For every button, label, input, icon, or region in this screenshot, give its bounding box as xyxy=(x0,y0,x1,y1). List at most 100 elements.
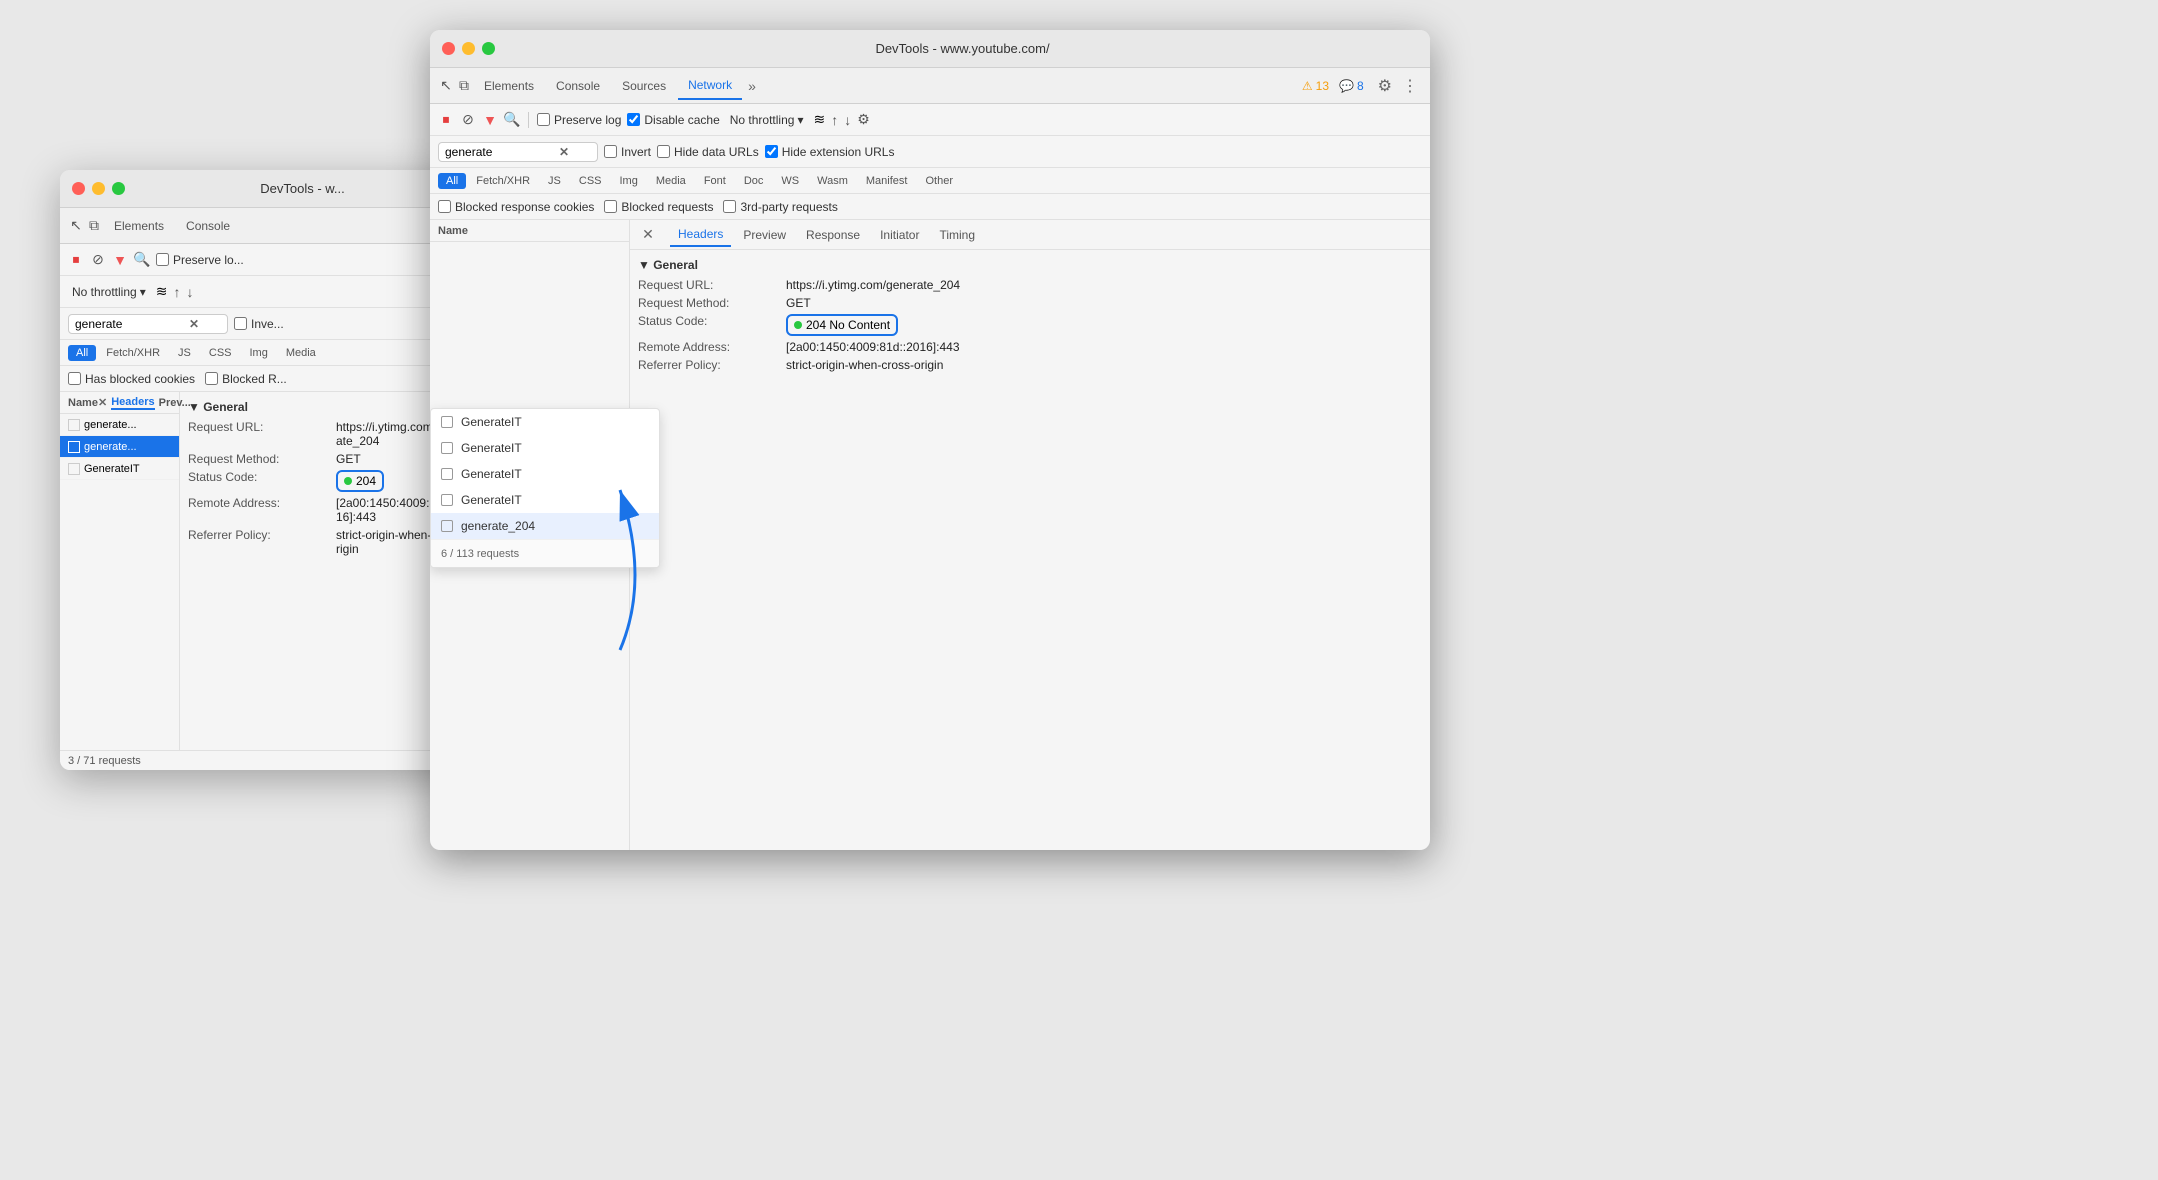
back-blocked-row: Has blocked cookies Blocked R... xyxy=(60,366,480,392)
front-hide-extension-urls-checkbox[interactable] xyxy=(765,145,778,158)
front-hide-data-urls-label[interactable]: Hide data URLs xyxy=(657,145,759,159)
front-close-button[interactable] xyxy=(442,42,455,55)
back-row-1[interactable]: generate... xyxy=(60,414,179,436)
front-filter-wasm[interactable]: Wasm xyxy=(809,173,856,189)
front-clear-btn[interactable]: ✕ xyxy=(559,145,569,159)
front-filter-js[interactable]: JS xyxy=(540,173,569,189)
front-filter-media[interactable]: Media xyxy=(648,173,694,189)
back-filter-img[interactable]: Img xyxy=(242,345,276,361)
back-fullscreen-button[interactable] xyxy=(112,182,125,195)
front-hide-data-urls-checkbox[interactable] xyxy=(657,145,670,158)
front-detail-remote: Remote Address: [2a00:1450:4009:81d::201… xyxy=(638,340,1422,354)
back-search-input[interactable] xyxy=(75,317,185,331)
front-tab-console[interactable]: Console xyxy=(546,73,610,99)
back-download-icon[interactable]: ↓ xyxy=(186,284,193,300)
back-blocked-cookies-checkbox[interactable] xyxy=(68,372,81,385)
front-third-party-requests-checkbox[interactable] xyxy=(723,200,736,213)
back-tab-elements[interactable]: Elements xyxy=(104,213,174,239)
back-preserve-log-label[interactable]: Preserve lo... xyxy=(156,253,244,267)
back-close-button[interactable] xyxy=(72,182,85,195)
front-hide-extension-urls-label[interactable]: Hide extension URLs xyxy=(765,145,895,159)
back-tab-console[interactable]: Console xyxy=(176,213,240,239)
front-tab-network[interactable]: Network xyxy=(678,72,742,100)
back-clear-btn[interactable]: ✕ xyxy=(189,317,199,331)
front-preserve-log-checkbox[interactable] xyxy=(537,113,550,126)
front-invert-label[interactable]: Invert xyxy=(604,145,651,159)
front-minimize-button[interactable] xyxy=(462,42,475,55)
front-search-icon[interactable]: 🔍 xyxy=(504,112,520,128)
front-gear-icon[interactable]: ⚙ xyxy=(1378,76,1392,96)
front-tab-timing[interactable]: Timing xyxy=(931,224,983,246)
front-tab-headers[interactable]: Headers xyxy=(670,223,731,247)
back-filter-js[interactable]: JS xyxy=(170,345,199,361)
front-clear-icon[interactable]: ⊘ xyxy=(460,112,476,128)
back-minimize-button[interactable] xyxy=(92,182,105,195)
front-dots-icon[interactable]: ⋮ xyxy=(1402,76,1418,96)
front-filter-fetch[interactable]: Fetch/XHR xyxy=(468,173,538,189)
back-filter-icon[interactable]: ▼ xyxy=(112,252,128,268)
front-tab-preview[interactable]: Preview xyxy=(735,224,794,246)
front-fullscreen-button[interactable] xyxy=(482,42,495,55)
front-preserve-log-label[interactable]: Preserve log xyxy=(537,113,621,127)
back-invert-checkbox[interactable] xyxy=(234,317,247,330)
back-preserve-log-checkbox[interactable] xyxy=(156,253,169,266)
front-blocked-response-cookies-label[interactable]: Blocked response cookies xyxy=(438,200,594,214)
front-suggestion-2[interactable]: GenerateIT xyxy=(431,435,659,461)
front-suggestion-5[interactable]: generate_204 xyxy=(431,513,659,539)
back-filter-fetch[interactable]: Fetch/XHR xyxy=(98,345,168,361)
front-third-party-requests-label[interactable]: 3rd-party requests xyxy=(723,200,837,214)
front-stop-icon[interactable]: ⏹ xyxy=(438,112,454,128)
front-filter-font[interactable]: Font xyxy=(696,173,734,189)
front-suggestion-1[interactable]: GenerateIT xyxy=(431,409,659,435)
back-filter-all[interactable]: All xyxy=(68,345,96,361)
front-close-details-btn[interactable]: ✕ xyxy=(638,225,658,245)
front-blocked-requests-label[interactable]: Blocked requests xyxy=(604,200,713,214)
back-blocked-r-label[interactable]: Blocked R... xyxy=(205,372,287,386)
front-upload-icon[interactable]: ↑ xyxy=(831,112,838,128)
back-filter-media[interactable]: Media xyxy=(278,345,324,361)
back-left-panel: Name ✕ Headers Prev... generate... gener… xyxy=(60,392,180,750)
front-no-throttling[interactable]: No throttling ▾ xyxy=(726,111,808,129)
front-settings-icon[interactable]: ⚙ xyxy=(857,111,870,128)
back-row-2[interactable]: generate... xyxy=(60,436,179,458)
front-tab-response[interactable]: Response xyxy=(798,224,868,246)
back-no-throttling[interactable]: No throttling ▾ xyxy=(68,283,150,301)
back-blocked-r-checkbox[interactable] xyxy=(205,372,218,385)
back-status-highlight: 204 xyxy=(336,470,384,492)
front-filter-img[interactable]: Img xyxy=(612,173,646,189)
front-suggestion-3[interactable]: GenerateIT xyxy=(431,461,659,487)
front-tab-initiator[interactable]: Initiator xyxy=(872,224,927,246)
front-tab-sources[interactable]: Sources xyxy=(612,73,676,99)
front-filter-ws[interactable]: WS xyxy=(773,173,807,189)
front-filter-doc[interactable]: Doc xyxy=(736,173,772,189)
front-tab-more[interactable]: » xyxy=(748,78,756,94)
back-devtools-window: DevTools - w... ↖ ⧉ Elements Console ⏹ ⊘… xyxy=(60,170,480,770)
front-suggestion-4[interactable]: GenerateIT xyxy=(431,487,659,513)
front-filter-icon[interactable]: ▼ xyxy=(482,112,498,128)
back-clear-icon[interactable]: ⊘ xyxy=(90,252,106,268)
front-search-input-wrap: ✕ xyxy=(438,142,598,162)
front-filter-all[interactable]: All xyxy=(438,173,466,189)
front-chat-icon: 💬 xyxy=(1339,79,1354,93)
back-invert-label[interactable]: Inve... xyxy=(234,317,284,331)
front-disable-cache-checkbox[interactable] xyxy=(627,113,640,126)
back-blocked-cookies-label[interactable]: Has blocked cookies xyxy=(68,372,195,386)
front-invert-checkbox[interactable] xyxy=(604,145,617,158)
front-disable-cache-label[interactable]: Disable cache xyxy=(627,113,719,127)
front-tab-elements[interactable]: Elements xyxy=(474,73,544,99)
back-search-icon[interactable]: 🔍 xyxy=(134,252,150,268)
back-filter-css[interactable]: CSS xyxy=(201,345,240,361)
back-row-3[interactable]: GenerateIT xyxy=(60,458,179,480)
front-download-icon[interactable]: ↓ xyxy=(844,112,851,128)
front-blocked-response-cookies-checkbox[interactable] xyxy=(438,200,451,213)
front-detail-status: Status Code: 204 No Content xyxy=(638,314,1422,336)
back-upload-icon[interactable]: ↑ xyxy=(173,284,180,300)
back-stop-icon[interactable]: ⏹ xyxy=(68,252,84,268)
front-filter-manifest[interactable]: Manifest xyxy=(858,173,916,189)
front-filter-css[interactable]: CSS xyxy=(571,173,610,189)
front-blocked-requests-checkbox[interactable] xyxy=(604,200,617,213)
front-search-input[interactable] xyxy=(445,145,555,159)
front-suggestion-2-checkbox xyxy=(441,442,453,454)
front-filter-other[interactable]: Other xyxy=(917,173,961,189)
front-warning-badge: ⚠ 13 xyxy=(1302,79,1329,93)
